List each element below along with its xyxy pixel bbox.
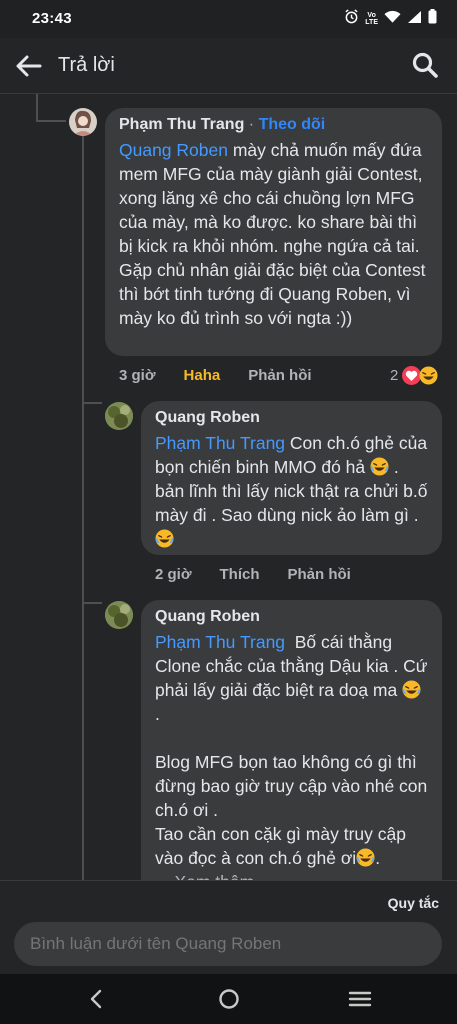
comment-bubble[interactable]: Quang Roben Phạm Thu Trang Con ch.ó ghẻ … <box>141 401 442 555</box>
nav-recents-icon[interactable] <box>347 986 373 1012</box>
status-bar: 23:43 Vo LTE <box>0 0 457 38</box>
reply-button[interactable]: Phản hồi <box>288 566 351 583</box>
system-nav-bar <box>0 974 457 1024</box>
nav-home-icon[interactable] <box>216 986 242 1012</box>
thread-line <box>36 94 38 122</box>
comment-actions: 3 giờ Haha Phản hồi <box>119 367 312 384</box>
mention-link[interactable]: Phạm Thu Trang <box>155 632 285 652</box>
comment-text: Quang Roben mày chả muốn mấy đứa mem MFG… <box>119 138 428 330</box>
thread-line <box>82 134 84 404</box>
mention-link[interactable]: Quang Roben <box>119 140 228 160</box>
comment-body: . <box>375 848 381 868</box>
avatar[interactable] <box>69 108 97 136</box>
back-arrow-icon[interactable] <box>14 51 44 81</box>
comment-time: 3 giờ <box>119 367 156 384</box>
comment-bubble[interactable]: Phạm Thu Trang · Theo dõi Quang Roben mà… <box>105 108 442 356</box>
app-bar: Trả lời <box>0 38 457 94</box>
author-name[interactable]: Quang Roben <box>155 409 428 427</box>
avatar[interactable] <box>105 402 133 430</box>
author-name[interactable]: Phạm Thu Trang <box>119 116 244 133</box>
comment-composer: Quy tắc <box>0 880 457 974</box>
separator-dot: · <box>244 116 259 133</box>
battery-icon <box>428 9 437 29</box>
avatar[interactable] <box>105 601 133 629</box>
laugh-emoji-icon <box>155 529 174 548</box>
status-icons: Vo LTE <box>344 9 437 29</box>
page-title: Trả lời <box>58 54 115 76</box>
comment-body: mày chả muốn mấy đứa mem MFG của mày già… <box>119 140 431 328</box>
comment-author: Phạm Thu Trang · Theo dõi <box>119 116 428 134</box>
thread-line <box>82 404 84 880</box>
laugh-emoji-icon <box>419 366 438 385</box>
comment-text: Phạm Thu Trang Con ch.ó ghẻ của bọn chiế… <box>155 431 428 551</box>
alarm-icon <box>344 9 359 29</box>
laugh-emoji-icon <box>356 848 375 867</box>
reaction-count: 2 <box>390 367 399 384</box>
mention-link[interactable]: Phạm Thu Trang <box>155 433 285 453</box>
thread-line <box>82 402 102 404</box>
like-button[interactable]: Thích <box>220 566 260 583</box>
comment-input[interactable] <box>14 922 442 966</box>
haha-reaction-button[interactable]: Haha <box>184 367 221 384</box>
comment-text: Phạm Thu Trang Bố cái thằng Clone chắc c… <box>155 630 428 880</box>
follow-link[interactable]: Theo dõi <box>259 116 326 133</box>
comment-body: Blog MFG bọn tao không có gì thì đừng ba… <box>155 752 428 868</box>
search-icon[interactable] <box>411 51 439 79</box>
comment-bubble[interactable]: Quang Roben Phạm Thu Trang Bố cái thằng … <box>141 600 442 880</box>
volte-label: Vo LTE <box>365 12 378 26</box>
wifi-icon <box>384 10 401 29</box>
comment-time: 2 giờ <box>155 566 192 583</box>
status-time: 23:43 <box>32 10 72 27</box>
author-name[interactable]: Quang Roben <box>155 608 428 626</box>
rules-link[interactable]: Quy tắc <box>388 895 439 911</box>
reply-button[interactable]: Phản hồi <box>248 367 311 384</box>
signal-icon <box>407 10 422 29</box>
see-more-link[interactable]: ... Xem thêm <box>155 872 254 880</box>
nav-back-icon[interactable] <box>84 986 110 1012</box>
thread-line <box>36 120 66 122</box>
laugh-emoji-icon <box>370 457 389 476</box>
reaction-summary[interactable]: 2 <box>390 366 438 385</box>
comment-actions: 2 giờ Thích Phản hồi <box>155 566 351 583</box>
thread-line <box>82 602 102 604</box>
laugh-emoji-icon <box>402 680 421 699</box>
comment-thread[interactable]: Phạm Thu Trang · Theo dõi Quang Roben mà… <box>0 94 457 880</box>
